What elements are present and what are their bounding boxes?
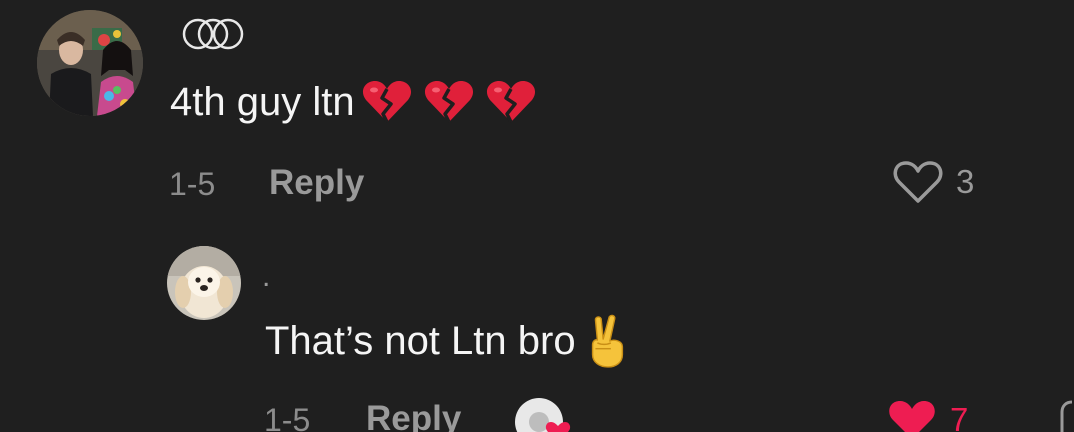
reply-button[interactable]: Reply (269, 163, 364, 203)
reply-body: That’s not Ltn bro (265, 319, 576, 363)
heart-outline-icon (893, 161, 943, 203)
reply-date: 1-5 (264, 402, 311, 432)
emoji-group (582, 314, 642, 368)
like-button[interactable]: 7 (886, 396, 968, 432)
creator-liked-icon (515, 398, 571, 432)
heart-filled-icon (889, 401, 935, 432)
emoji-group (361, 78, 547, 126)
broken-heart-emoji (486, 81, 535, 123)
comment-date: 1-5 (169, 166, 216, 202)
reply-button[interactable]: Reply (366, 399, 461, 432)
like-count: 3 (956, 163, 975, 200)
like-count: 7 (950, 401, 969, 432)
broken-heart-emoji (362, 81, 411, 123)
user-avatar[interactable] (37, 10, 143, 116)
reply-username[interactable]: . (262, 262, 270, 292)
broken-heart-emoji (424, 81, 473, 123)
reply-text: That’s not Ltn bro (265, 314, 642, 368)
comment-body: 4th guy ltn (170, 80, 355, 124)
comment-thread: 4th guy ltn 1-5 Reply 3 . That’s not Ltn… (0, 0, 1074, 432)
partial-icon (1060, 400, 1073, 432)
like-button[interactable]: 3 (892, 158, 974, 206)
three-rings-icon[interactable] (178, 16, 248, 52)
comment-text: 4th guy ltn (170, 78, 547, 126)
victory-hand-emoji (591, 314, 623, 368)
puppy-avatar[interactable] (167, 246, 241, 320)
